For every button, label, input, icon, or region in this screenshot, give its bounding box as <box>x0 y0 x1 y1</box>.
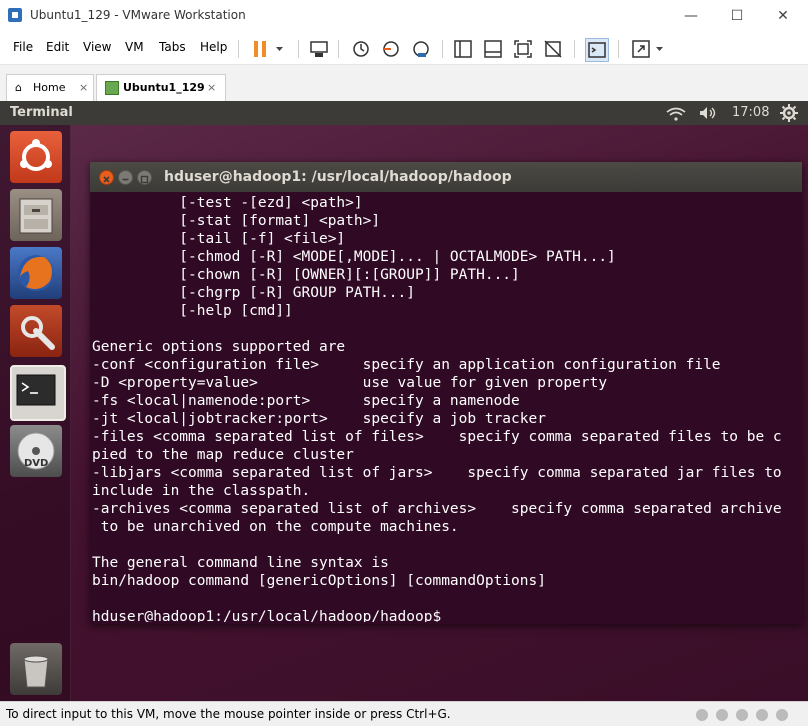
launcher-terminal-icon[interactable] <box>10 365 66 421</box>
chevron-down-icon[interactable] <box>272 38 294 60</box>
terminal-line: [-tail [-f] <file>] <box>92 231 346 247</box>
panel-clock[interactable]: 17:08 <box>732 105 769 120</box>
menu-view[interactable]: View <box>83 40 111 54</box>
terminal-line: [-chmod [-R] <MODE[,MODE]... | OCTALMODE… <box>92 249 616 265</box>
chevron-down-icon[interactable] <box>652 38 674 60</box>
terminal-minimize-icon[interactable] <box>118 170 133 185</box>
tab-home[interactable]: ⌂ Home × <box>6 74 94 101</box>
menu-help[interactable]: Help <box>200 40 227 54</box>
pause-icon[interactable] <box>250 38 272 60</box>
toolbar-separator <box>338 40 339 58</box>
tab-home-label: Home <box>33 81 66 94</box>
terminal-line: -fs <local|namenode:port> specify a name… <box>92 393 520 409</box>
menu-bar: File Edit View VM Tabs Help <box>0 32 808 65</box>
toolbar-separator <box>298 40 299 58</box>
vm-icon <box>105 81 119 95</box>
maximize-button[interactable]: ☐ <box>722 4 752 28</box>
terminal-line: -archives <comma separated list of archi… <box>92 501 782 517</box>
terminal-close-icon[interactable] <box>99 170 114 185</box>
vmware-app-icon <box>8 8 22 22</box>
snapshot-manager-icon[interactable] <box>410 38 432 60</box>
terminal-line: -conf <configuration file> specify an ap… <box>92 357 721 373</box>
terminal-line: -D <property=value> use value for given … <box>92 375 608 391</box>
launcher-firefox-icon[interactable] <box>10 247 62 299</box>
volume-icon[interactable] <box>698 105 718 121</box>
home-icon: ⌂ <box>15 81 22 94</box>
svg-text:DVD: DVD <box>24 458 48 469</box>
cd-device-icon[interactable] <box>716 709 728 721</box>
unity-mode-icon[interactable] <box>542 38 564 60</box>
unity-launcher: DVD <box>0 125 71 701</box>
printer-device-icon[interactable] <box>776 709 788 721</box>
wifi-icon[interactable] <box>666 106 686 121</box>
minimize-button[interactable]: — <box>676 4 706 28</box>
terminal-line: [-test -[ezd] <path>] <box>92 195 363 211</box>
menu-file[interactable]: File <box>13 40 33 54</box>
toolbar-separator <box>442 40 443 58</box>
menu-vm[interactable]: VM <box>125 40 144 54</box>
terminal-line: [-help [cmd]] <box>92 303 293 319</box>
status-bar: To direct input to this VM, move the mou… <box>0 701 808 726</box>
tab-ubuntu-label: Ubuntu1_129 <box>123 81 205 94</box>
launcher-trash-icon[interactable] <box>10 643 62 695</box>
thumbnail-bar-icon[interactable] <box>482 38 504 60</box>
terminal-line: -files <comma separated list of files> s… <box>92 429 782 445</box>
launcher-dvd-icon[interactable]: DVD <box>10 425 62 477</box>
tab-bar: ⌂ Home × Ubuntu1_129 × <box>0 65 808 102</box>
network-device-icon[interactable] <box>696 709 708 721</box>
terminal-line: pied to the map reduce cluster <box>92 447 354 463</box>
terminal-output[interactable]: [-test -[ezd] <path>] [-stat [format] <p… <box>92 192 800 622</box>
terminal-line: [-chgrp [-R] GROUP PATH...] <box>92 285 416 301</box>
terminal-prompt[interactable]: hduser@hadoop1:/usr/local/hadoop/hadoop$ <box>92 608 441 622</box>
toolbar-separator <box>238 40 239 58</box>
launcher-settings-icon[interactable] <box>10 305 62 357</box>
send-ctrl-alt-del-icon[interactable] <box>308 38 330 60</box>
terminal-line: -jt <local|jobtracker:port> specify a jo… <box>92 411 546 427</box>
show-library-icon[interactable] <box>452 38 474 60</box>
full-screen-icon[interactable] <box>512 38 534 60</box>
close-button[interactable]: ✕ <box>768 4 798 28</box>
window-title: Ubuntu1_129 - VMware Workstation <box>30 8 246 22</box>
tab-ubuntu-close-icon[interactable]: × <box>207 75 216 101</box>
window-titlebar: Ubuntu1_129 - VMware Workstation — ☐ ✕ <box>0 0 808 32</box>
terminal-line: [-stat [format] <path>] <box>92 213 381 229</box>
terminal-line: Generic options supported are <box>92 339 346 355</box>
terminal-window[interactable]: hduser@hadoop1: /usr/local/hadoop/hadoop… <box>90 162 802 624</box>
snapshot-icon[interactable] <box>350 38 372 60</box>
console-view-icon[interactable] <box>585 38 609 62</box>
terminal-maximize-icon[interactable] <box>137 170 152 185</box>
terminal-titlebar: hduser@hadoop1: /usr/local/hadoop/hadoop <box>90 162 802 192</box>
launcher-dash-icon[interactable] <box>10 131 62 183</box>
terminal-line: -libjars <comma separated list of jars> … <box>92 465 782 481</box>
revert-snapshot-icon[interactable] <box>380 38 402 60</box>
terminal-title: hduser@hadoop1: /usr/local/hadoop/hadoop <box>164 169 512 185</box>
launcher-files-icon[interactable] <box>10 189 62 241</box>
ubuntu-top-panel: Terminal 17:08 <box>0 101 808 125</box>
tab-home-close-icon[interactable]: × <box>79 75 88 101</box>
menu-edit[interactable]: Edit <box>46 40 69 54</box>
gear-icon[interactable] <box>780 104 798 122</box>
terminal-line: to be unarchived on the compute machines… <box>92 519 459 535</box>
terminal-line: include in the classpath. <box>92 483 311 499</box>
usb-device-icon[interactable] <box>736 709 748 721</box>
terminal-line: The general command line syntax is <box>92 555 389 571</box>
sound-device-icon[interactable] <box>756 709 768 721</box>
terminal-line: [-chown [-R] [OWNER][:[GROUP]] PATH...] <box>92 267 520 283</box>
menu-tabs[interactable]: Tabs <box>159 40 186 54</box>
panel-app-title: Terminal <box>10 105 73 120</box>
terminal-line: bin/hadoop command [genericOptions] [com… <box>92 573 546 589</box>
toolbar-separator <box>618 40 619 58</box>
toolbar-separator <box>574 40 575 58</box>
tab-ubuntu1-129[interactable]: Ubuntu1_129 × <box>96 74 226 101</box>
status-message: To direct input to this VM, move the mou… <box>6 707 451 721</box>
stretch-guest-icon[interactable] <box>630 38 652 60</box>
